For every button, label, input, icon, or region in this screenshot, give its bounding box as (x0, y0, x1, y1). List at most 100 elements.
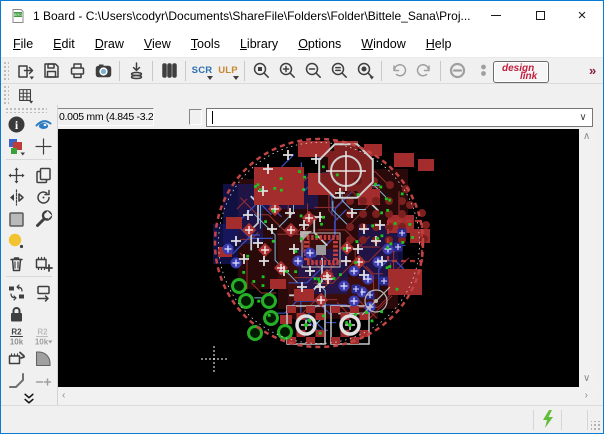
svg-text:BRD: BRD (14, 12, 23, 17)
toolbar-overflow-chevron[interactable]: » (589, 63, 596, 78)
toolbar-separator (152, 61, 153, 81)
chevron-down-icon (206, 75, 214, 81)
undo-button[interactable] (385, 59, 411, 83)
maximize-icon (536, 11, 545, 20)
menu-file[interactable]: File (3, 33, 43, 55)
menu-tools[interactable]: Tools (181, 33, 230, 55)
miter-tool-button[interactable] (31, 347, 55, 369)
menu-options[interactable]: Options (288, 33, 351, 55)
run-script-button[interactable]: SCR (189, 59, 215, 83)
mirror-tool-button[interactable] (4, 186, 28, 208)
svg-text:R2: R2 (37, 327, 48, 336)
scroll-down-icon[interactable]: ∨ (583, 374, 590, 384)
name-tool-button[interactable]: R210k (4, 325, 28, 347)
toolbar-separator (440, 61, 441, 81)
title-bar[interactable]: BRD 1 Board - C:\Users\codyr\Documents\S… (1, 1, 603, 30)
zoom-fit-button[interactable] (248, 59, 274, 83)
toolbar-separator (244, 61, 245, 81)
zoom-select-button[interactable] (352, 59, 378, 83)
maximize-button[interactable] (521, 1, 559, 29)
chevron-down-icon (232, 75, 240, 81)
lock-tool-button[interactable] (4, 303, 28, 325)
toolbar-drag-handle[interactable] (3, 61, 9, 81)
toolbar-drag-handle[interactable] (3, 85, 9, 105)
minimize-icon (491, 15, 501, 16)
delete-tool-button[interactable] (4, 252, 28, 274)
save-button[interactable] (38, 59, 64, 83)
stop-button[interactable] (444, 59, 470, 83)
scroll-left-icon[interactable]: ‹ (62, 391, 65, 401)
application-window: { "window": { "icon_label": "BRD", "titl… (0, 0, 604, 434)
board-file-icon: BRD (10, 8, 26, 24)
window-title: 1 Board - C:\Users\codyr\Documents\Share… (33, 9, 471, 23)
coordinate-display: 0.005 mm (4.845 -3.200) (55, 108, 154, 126)
run-ulp-button[interactable]: ULP (215, 59, 241, 83)
rotate-tool-button[interactable] (31, 186, 55, 208)
statusbar-separator (533, 410, 534, 430)
cam-processor-button[interactable] (90, 59, 116, 83)
command-input[interactable]: ∨ (206, 108, 593, 127)
horizontal-scrollbar[interactable]: ‹ › (58, 389, 594, 404)
paint-tool-button[interactable] (4, 230, 28, 252)
toolbar-separator (119, 61, 120, 81)
vertical-scrollbar[interactable]: ∧ ∨ (579, 129, 594, 387)
scroll-right-icon[interactable]: › (585, 391, 588, 401)
library-manager-button[interactable] (156, 59, 182, 83)
zoom-redraw-button[interactable] (326, 59, 352, 83)
menu-edit[interactable]: Edit (43, 33, 85, 55)
show-tool-button[interactable] (31, 113, 55, 135)
display-layers-tool-button[interactable] (4, 135, 28, 157)
open-button[interactable] (12, 59, 38, 83)
info-tool-button[interactable]: i (4, 113, 28, 135)
statusbar-separator (587, 410, 588, 430)
load-job-button[interactable] (123, 59, 149, 83)
close-button[interactable]: × (563, 1, 601, 29)
print-button[interactable] (64, 59, 90, 83)
menu-library[interactable]: Library (230, 33, 288, 55)
resize-grip[interactable] (591, 421, 601, 431)
add-part-tool-button[interactable] (31, 252, 55, 274)
grid-toolbar (1, 85, 603, 105)
chevron-down-icon[interactable]: ∨ (576, 111, 590, 124)
command-bar: 0.005 mm (4.845 -3.200) ∨ (1, 105, 603, 129)
empty-tool-cell (31, 230, 55, 252)
grid-settings-button[interactable] (12, 83, 38, 107)
toolbar-separator (381, 61, 382, 81)
svg-text:R2: R2 (11, 327, 22, 336)
pcb-board-drawing (58, 129, 579, 387)
scroll-up-icon[interactable]: ∧ (583, 132, 590, 142)
main-toolbar: SCRULP?designlink» (1, 57, 603, 84)
value-tool-button[interactable]: R210k (31, 325, 55, 347)
zoom-out-button[interactable] (300, 59, 326, 83)
smash-tool-button[interactable] (4, 347, 28, 369)
menu-bar: FileEditDrawViewToolsLibraryOptionsWindo… (1, 30, 603, 57)
menu-window[interactable]: Window (351, 33, 415, 55)
svg-text:10k: 10k (34, 337, 48, 346)
svg-text:10k: 10k (9, 337, 23, 346)
pinswap-tool-button[interactable] (4, 281, 28, 303)
minimize-button[interactable] (477, 1, 515, 29)
tool-palette: iR210kR210k (1, 105, 58, 405)
redo-button[interactable] (411, 59, 437, 83)
text-caret (212, 111, 213, 124)
zoom-in-button[interactable] (274, 59, 300, 83)
pcb-canvas[interactable] (58, 129, 579, 387)
change-tool-button[interactable] (31, 208, 55, 230)
toolbar-separator (185, 61, 186, 81)
drc-lightning-icon (539, 409, 557, 429)
statusbar-separator (561, 410, 562, 430)
group-tool-button[interactable] (4, 208, 28, 230)
coordinate-toggle-button[interactable] (189, 109, 202, 125)
mark-tool-button[interactable] (31, 135, 55, 157)
design-link-button[interactable]: designlink (493, 61, 549, 83)
replace-tool-button[interactable] (31, 281, 55, 303)
copy-tool-button[interactable] (31, 164, 55, 186)
split-tool-button[interactable] (4, 369, 28, 391)
menu-draw[interactable]: Draw (85, 33, 134, 55)
menu-view[interactable]: View (134, 33, 181, 55)
status-bar (1, 405, 603, 433)
optimize-tool-button[interactable] (31, 369, 55, 391)
move-tool-button[interactable] (4, 164, 28, 186)
empty-tool-cell (31, 303, 55, 325)
menu-help[interactable]: Help (416, 33, 462, 55)
